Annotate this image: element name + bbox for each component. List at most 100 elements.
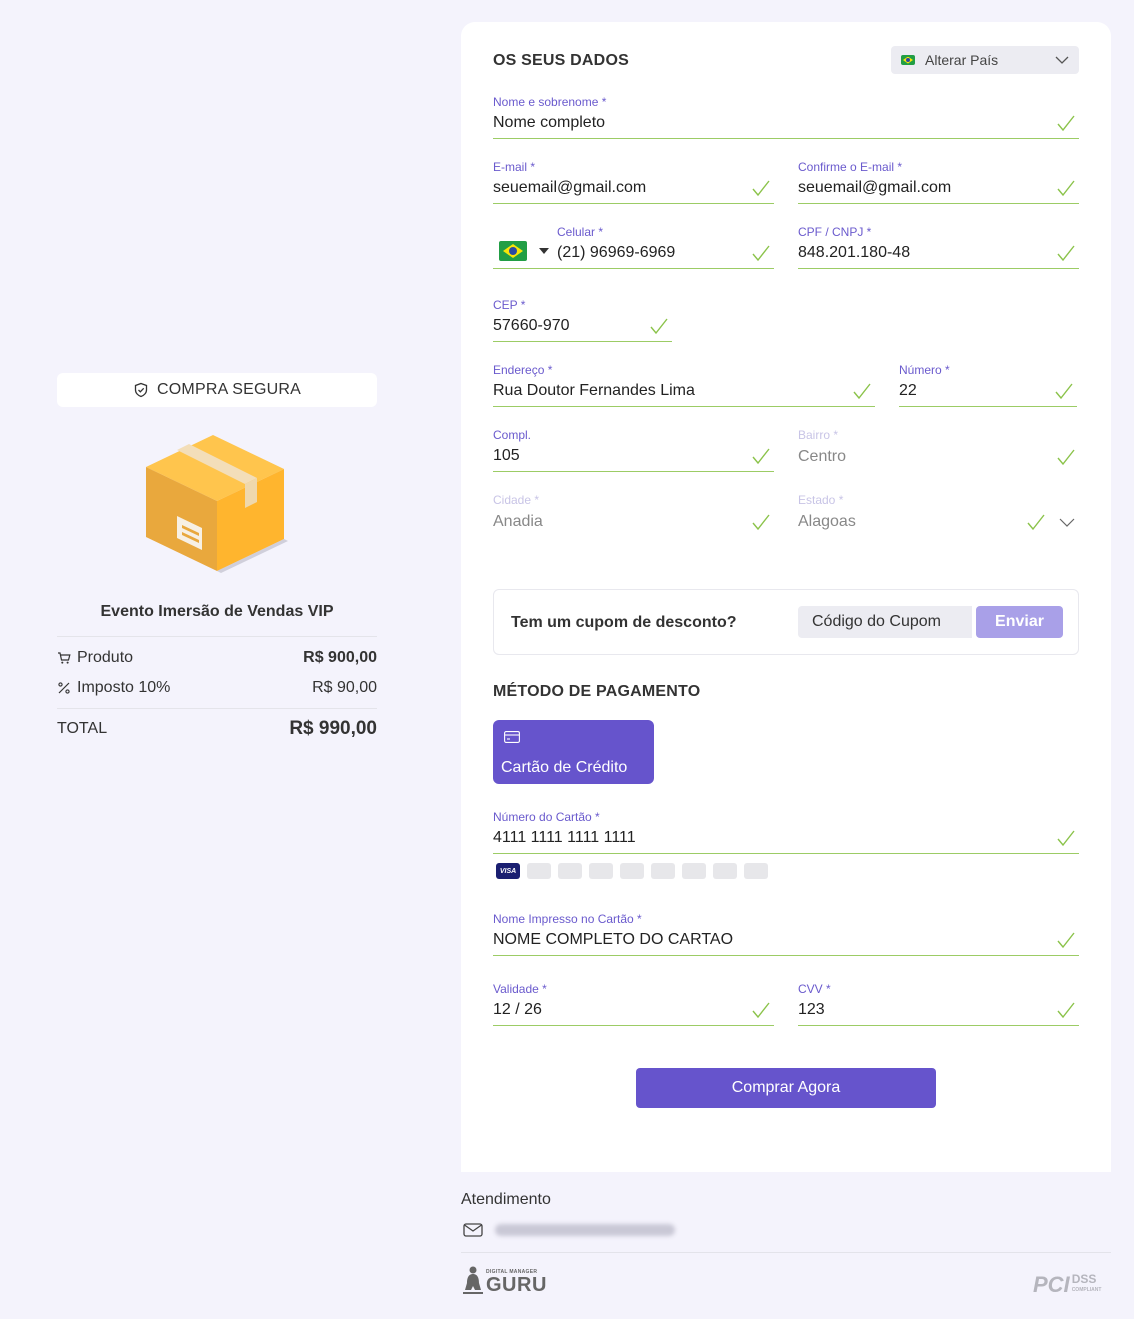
coupon-question: Tem um cupom de desconto?	[511, 614, 737, 631]
email-confirm-field[interactable]: Confirme o E-mail * seuemail@gmail.com	[798, 160, 1079, 204]
chevron-down-icon	[1059, 518, 1075, 527]
check-icon	[752, 180, 770, 197]
email-label: E-mail *	[493, 160, 536, 174]
neighborhood-field[interactable]: Bairro * Centro	[798, 428, 1079, 472]
check-icon	[752, 245, 770, 262]
dss-text: DSS	[1071, 1272, 1097, 1286]
discover-icon	[620, 863, 644, 879]
visa-icon: VISA	[496, 863, 520, 879]
number-value[interactable]: 22	[899, 382, 917, 400]
phone-field[interactable]: Celular * (21) 96969-6969	[557, 225, 774, 269]
check-icon	[752, 1002, 770, 1019]
pci-dss-logo: PCI DSS COMPLIANT	[1033, 1272, 1101, 1298]
phone-label: Celular *	[557, 225, 604, 239]
hipercard-icon	[713, 863, 737, 879]
validity-value[interactable]: 12 / 26	[493, 1001, 542, 1019]
full-name-field[interactable]: Nome e sobrenome * Nome completo	[493, 95, 1079, 139]
coupon-send-button[interactable]: Enviar	[976, 606, 1063, 638]
total-row: TOTAL R$ 990,00	[57, 709, 377, 749]
dss-compliant: COMPLIANT	[1071, 1287, 1102, 1293]
cpf-value[interactable]: 848.201.180-48	[798, 244, 910, 262]
percent-icon	[58, 682, 70, 694]
card-brands: VISA	[496, 863, 768, 879]
payment-method-label: Cartão de Crédito	[501, 759, 628, 776]
email-confirm-value[interactable]: seuemail@gmail.com	[798, 179, 951, 197]
summary-row-value: R$ 900,00	[303, 649, 377, 666]
summary-row-value: R$ 90,00	[312, 679, 377, 696]
section-title-payment: MÉTODO DE PAGAMENTO	[493, 683, 701, 700]
email-value[interactable]: seuemail@gmail.com	[493, 179, 646, 197]
check-icon	[650, 318, 668, 335]
check-icon	[752, 514, 770, 531]
payment-method-credit-card[interactable]: Cartão de Crédito	[493, 720, 654, 784]
phone-country-selector[interactable]	[499, 241, 549, 261]
card-number-value[interactable]: 4111 1111 1111 1111	[493, 829, 636, 847]
cep-field[interactable]: CEP * 57660-970	[493, 298, 672, 342]
summary-row-label: Produto	[77, 649, 134, 666]
summary-row-tax: Imposto 10% R$ 90,00	[57, 673, 377, 703]
change-country-button[interactable]: Alterar País	[891, 46, 1079, 74]
cpf-label: CPF / CNPJ *	[798, 225, 872, 239]
card-name-field[interactable]: Nome Impresso no Cartão * NOME COMPLETO …	[493, 912, 1079, 956]
check-icon	[1027, 514, 1045, 531]
coupon-input[interactable]: Código do Cupom	[798, 606, 972, 638]
complement-value[interactable]: 105	[493, 447, 520, 465]
guru-logo-big: GURU	[486, 1274, 547, 1296]
validity-field[interactable]: Validade * 12 / 26	[493, 982, 774, 1026]
complement-field[interactable]: Compl. 105	[493, 428, 774, 472]
full-name-value[interactable]: Nome completo	[493, 114, 605, 132]
city-value[interactable]: Anadia	[493, 513, 543, 531]
elo-icon	[682, 863, 706, 879]
diners-icon	[589, 863, 613, 879]
full-name-label: Nome e sobrenome *	[493, 95, 607, 109]
cep-value[interactable]: 57660-970	[493, 317, 570, 335]
check-icon	[853, 383, 871, 400]
aura-icon	[744, 863, 768, 879]
cvv-field[interactable]: CVV * 123	[798, 982, 1079, 1026]
card-number-field[interactable]: Número do Cartão * 4111 1111 1111 1111	[493, 810, 1079, 854]
number-field[interactable]: Número * 22	[899, 363, 1077, 407]
number-label: Número *	[899, 363, 950, 377]
check-icon	[1055, 383, 1073, 400]
buy-now-button[interactable]: Comprar Agora	[636, 1068, 936, 1108]
address-field[interactable]: Endereço * Rua Doutor Fernandes Lima	[493, 363, 875, 407]
support-email-row	[463, 1222, 675, 1238]
product-image	[57, 433, 377, 573]
cpf-field[interactable]: CPF / CNPJ * 848.201.180-48	[798, 225, 1079, 269]
state-value[interactable]: Alagoas	[798, 513, 856, 531]
card-name-label: Nome Impresso no Cartão *	[493, 912, 642, 926]
amex-icon	[558, 863, 582, 879]
cart-icon	[58, 652, 71, 664]
support-title: Atendimento	[461, 1191, 551, 1208]
total-value: R$ 990,00	[289, 718, 377, 739]
email-field[interactable]: E-mail * seuemail@gmail.com	[493, 160, 774, 204]
brazil-flag-icon	[499, 241, 527, 261]
city-field[interactable]: Cidade * Anadia	[493, 493, 774, 537]
address-label: Endereço *	[493, 363, 553, 377]
summary-row-product: Produto R$ 900,00	[57, 643, 377, 673]
product-name: Evento Imersão de Vendas VIP	[100, 603, 334, 620]
credit-card-icon	[504, 731, 520, 743]
summary-divider	[57, 636, 377, 637]
check-icon	[1057, 449, 1075, 466]
cvv-value[interactable]: 123	[798, 1001, 825, 1019]
guru-logo: DIGITAL MANAGER GURU	[463, 1266, 547, 1296]
card-name-value[interactable]: NOME COMPLETO DO CARTAO	[493, 931, 733, 949]
state-select[interactable]: Estado * Alagoas	[798, 493, 1079, 537]
neighborhood-label: Bairro *	[798, 428, 839, 442]
complement-label: Compl.	[493, 428, 532, 442]
footer-divider	[461, 1252, 1111, 1253]
cep-label: CEP *	[493, 298, 526, 312]
jcb-icon	[651, 863, 675, 879]
pci-text: PCI	[1033, 1272, 1070, 1297]
check-icon	[1057, 1002, 1075, 1019]
caret-down-icon	[539, 248, 549, 254]
summary-row-label: Imposto 10%	[77, 679, 171, 696]
change-country-label: Alterar País	[925, 52, 999, 68]
support-email-blurred[interactable]	[495, 1224, 675, 1236]
phone-value[interactable]: (21) 96969-6969	[557, 244, 675, 262]
neighborhood-value[interactable]: Centro	[798, 448, 846, 466]
total-label: TOTAL	[57, 720, 108, 737]
address-value[interactable]: Rua Doutor Fernandes Lima	[493, 382, 695, 400]
card-number-label: Número do Cartão *	[493, 810, 600, 824]
